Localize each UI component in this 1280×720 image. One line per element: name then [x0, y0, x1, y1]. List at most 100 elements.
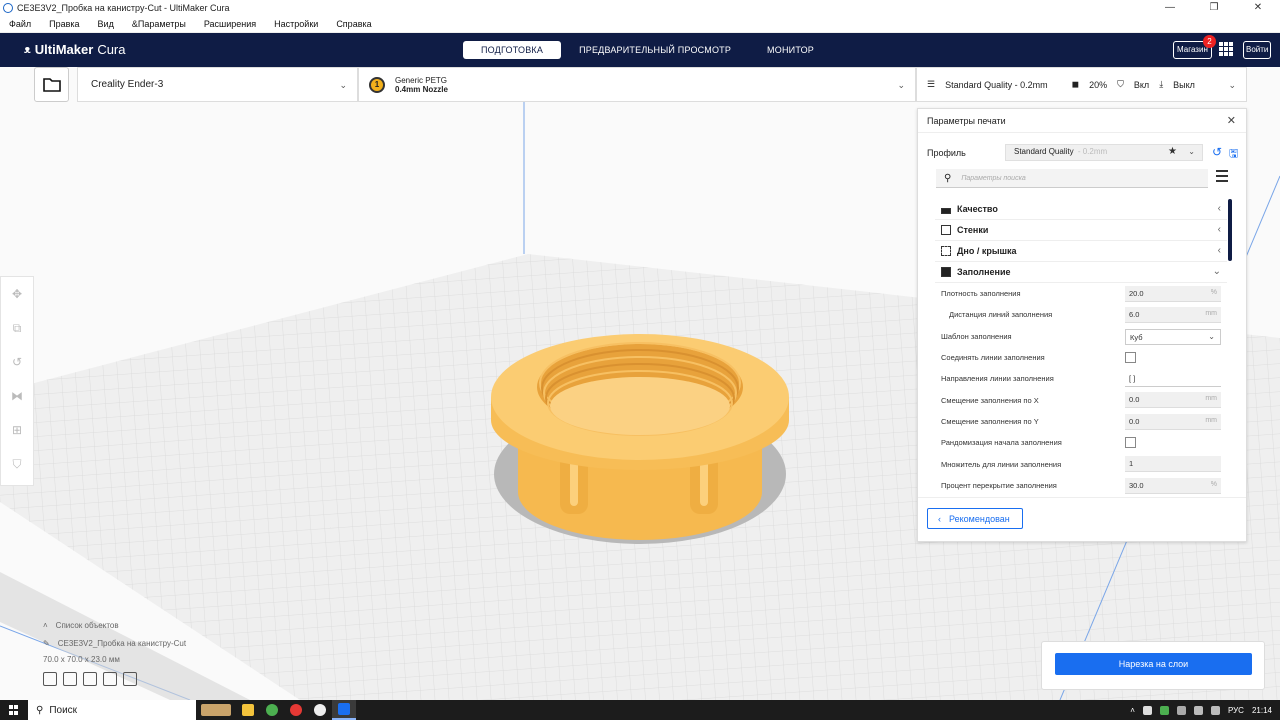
profile-dropdown[interactable]: Standard Quality - 0.2mm ★ ⌄ [1005, 144, 1203, 161]
menu-help[interactable]: Справка [327, 19, 380, 29]
setting-infill-line-multiplier: Множитель для линии заполнения 1 [935, 453, 1227, 474]
opera-icon[interactable] [284, 700, 308, 720]
chevron-up-icon: ˄ [43, 620, 48, 630]
clock[interactable]: 21:14 [1252, 706, 1272, 715]
mirror-tool-icon[interactable]: ⧓ [1, 379, 33, 413]
infill-x-offset-field[interactable]: 0.0 mm [1125, 392, 1221, 409]
close-icon[interactable]: ✕ [1227, 114, 1236, 127]
print-settings-selector[interactable]: ☰ Standard Quality - 0.2mm ◼ 20% ⛉ Вкл ⤓… [916, 67, 1247, 102]
setting-value: 0.0 [1129, 395, 1140, 405]
tab-monitor[interactable]: МОНИТОР [749, 41, 832, 59]
infill-density-field[interactable]: 20.0% [1125, 286, 1221, 302]
setting-label: Процент перекрытие заполнения [941, 480, 1057, 490]
view-top-icon[interactable] [83, 672, 97, 686]
walls-icon [941, 225, 951, 235]
print-settings-panel: Параметры печати ✕ Профиль Standard Qual… [917, 108, 1247, 542]
start-button[interactable] [0, 700, 28, 720]
chevron-up-icon[interactable]: ˄ [1130, 706, 1135, 715]
connect-infill-lines-checkbox[interactable] [1125, 351, 1136, 363]
menu-view[interactable]: Вид [89, 19, 123, 29]
setting-value: 0.0 [1129, 416, 1140, 426]
settings-visibility-menu-icon[interactable] [1216, 170, 1228, 182]
category-quality[interactable]: Качество ‹ [935, 199, 1227, 220]
chevron-down-icon: ⌄ [1228, 80, 1236, 90]
tab-preview[interactable]: ПРЕДВАРИТЕЛЬНЫЙ ПРОСМОТР [561, 41, 749, 59]
category-top-bottom[interactable]: Дно / крышка ‹ [935, 241, 1227, 262]
chevron-down-icon: ⌄ [339, 80, 347, 90]
menu-settings[interactable]: &Параметры [123, 19, 195, 29]
sign-in-button[interactable]: Войти [1243, 41, 1272, 59]
recommended-mode-button[interactable]: ‹ Рекомендован [927, 508, 1023, 529]
infill-pattern-select[interactable]: Куб ⌄ [1125, 328, 1221, 345]
view-right-icon[interactable] [123, 672, 137, 686]
view-left-icon[interactable] [103, 672, 117, 686]
setting-value: 30.0 [1129, 480, 1144, 490]
chevron-left-icon: ‹ [938, 513, 941, 524]
yandex-browser-icon[interactable] [308, 700, 332, 720]
randomize-infill-start-checkbox[interactable] [1125, 437, 1136, 449]
minimize-button[interactable]: — [1148, 2, 1192, 13]
open-file-button[interactable] [34, 67, 69, 102]
chevron-left-icon: ‹ [1217, 245, 1221, 256]
star-icon[interactable]: ★ [1168, 146, 1177, 157]
recommended-label: Рекомендован [949, 513, 1010, 524]
chrome-icon[interactable] [260, 700, 284, 720]
view-front-icon[interactable] [63, 672, 77, 686]
settings-scrollbar[interactable] [1228, 199, 1232, 261]
menu-file[interactable]: Файл [0, 19, 40, 29]
slice-button[interactable]: Нарезка на слои [1055, 653, 1252, 675]
menu-edit[interactable]: Правка [40, 19, 88, 29]
camera-view-buttons [43, 672, 186, 686]
rotate-tool-icon[interactable]: ↺ [1, 345, 33, 379]
quality-icon [941, 207, 951, 214]
scale-tool-icon[interactable]: ⧉ [1, 311, 33, 345]
setting-value: 1 [1129, 459, 1134, 469]
apps-grid-icon[interactable] [1219, 42, 1233, 56]
per-model-settings-icon[interactable]: ⊞ [1, 413, 33, 447]
infill-line-distance-field[interactable]: 6.0 mm [1125, 307, 1221, 324]
category-infill[interactable]: Заполнение ⌄ [935, 262, 1227, 283]
taskbar-search-input[interactable]: ⚲ Поиск [28, 700, 196, 720]
infill-overlap-field[interactable]: 30.0% [1125, 477, 1221, 494]
search-icon: ⚲ [36, 704, 44, 716]
setting-infill-density: Плотность заполнения 20.0% [935, 283, 1227, 304]
system-tray: ˄ РУС 21:14 [1130, 700, 1272, 720]
cura-taskbar-icon[interactable] [332, 700, 356, 720]
setting-infill-pattern: Шаблон заполнения Куб ⌄ [935, 326, 1227, 347]
close-window-button[interactable]: ✕ [1236, 2, 1280, 13]
tray-security-icon[interactable] [1159, 705, 1169, 715]
settings-search-input[interactable]: ⚲ Параметры поиска [936, 169, 1208, 188]
language-indicator[interactable]: РУС [1228, 706, 1244, 715]
volume-icon[interactable] [1210, 705, 1220, 715]
network-icon[interactable] [1193, 705, 1203, 715]
profile-value: Standard Quality [1014, 147, 1074, 156]
setting-label: Смещение заполнения по Y [941, 416, 1039, 426]
material-selector[interactable]: 1 Generic PETG 0.4mm Nozzle ⌄ [358, 67, 916, 102]
printer-selector[interactable]: Creality Ender-3 ⌄ [77, 67, 358, 102]
reset-icon[interactable]: ↺ [1212, 145, 1222, 159]
profile-row: Профиль Standard Quality - 0.2mm ★ ⌄ ↺ 🖫 [927, 144, 1242, 162]
window-titlebar: CE3E3V2_Пробка на канистру-Cut - UltiMak… [0, 0, 1280, 15]
category-walls[interactable]: Стенки ‹ [935, 220, 1227, 241]
support-value: Вкл [1133, 79, 1150, 90]
widgets-icon[interactable] [196, 700, 236, 720]
object-list-item[interactable]: ✎ CE3E3V2_Пробка на канистру-Cut [43, 634, 186, 652]
support-blocker-icon[interactable]: ⛉ [1, 447, 33, 481]
menu-preferences[interactable]: Настройки [265, 19, 327, 29]
brand-product: Cura [97, 42, 126, 57]
tab-prepare[interactable]: ПОДГОТОВКА [463, 41, 562, 59]
infill-line-directions-field[interactable]: [ ] [1125, 371, 1221, 388]
infill-y-offset-field[interactable]: 0.0 mm [1125, 413, 1221, 430]
tray-misc-icon[interactable] [1176, 705, 1186, 715]
view-3d-icon[interactable] [43, 672, 57, 686]
save-icon[interactable]: 🖫 [1229, 145, 1238, 164]
printer-toolbar: Creality Ender-3 ⌄ 1 Generic PETG 0.4mm … [0, 67, 1280, 102]
menu-extensions[interactable]: Расширения [195, 19, 265, 29]
maximize-button[interactable]: ❐ [1192, 2, 1236, 13]
file-explorer-icon[interactable] [236, 700, 260, 720]
setting-label: Плотность заполнения [941, 289, 1021, 299]
move-tool-icon[interactable]: ✥ [1, 277, 33, 311]
object-list-toggle[interactable]: ˄ Список объектов [43, 616, 186, 634]
infill-line-multiplier-field[interactable]: 1 [1125, 456, 1221, 473]
tray-app-icon[interactable] [1142, 705, 1152, 715]
